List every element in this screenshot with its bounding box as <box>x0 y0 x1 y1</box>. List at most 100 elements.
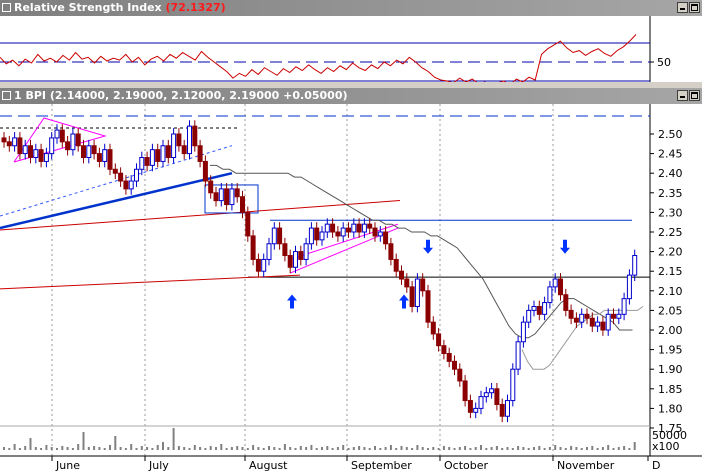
candlestick <box>213 192 219 202</box>
price-y-tick-label: 2.45 <box>658 148 683 161</box>
volume-bar <box>427 448 429 450</box>
candlestick <box>542 302 548 315</box>
candlestick <box>573 317 579 323</box>
volume-bar <box>56 448 58 450</box>
volume-bar <box>34 447 37 450</box>
volume-bar <box>522 447 525 450</box>
candlestick <box>229 188 235 206</box>
rsi-y-tick-label: 50 <box>657 56 671 69</box>
rsi-titlebar[interactable]: Relative Strength Index (72.1327) <box>0 0 702 16</box>
candlestick <box>462 380 468 402</box>
candlestick <box>547 286 553 304</box>
volume-bar <box>432 447 435 450</box>
candlestick <box>54 129 60 139</box>
volume-bar <box>379 448 382 450</box>
candlestick <box>377 231 383 237</box>
volume-bar <box>82 432 85 450</box>
price-y-tick-label: 2.30 <box>658 206 683 219</box>
candlestick <box>611 313 616 319</box>
candlestick <box>6 141 12 147</box>
candlestick <box>81 145 86 159</box>
candlestick <box>589 317 595 327</box>
volume-bar <box>543 448 546 450</box>
volume-bar <box>570 446 573 450</box>
volume-bar <box>564 448 567 450</box>
candlestick <box>616 313 622 319</box>
candlestick <box>314 227 320 241</box>
volume-bar <box>501 448 504 450</box>
volume-bar <box>24 446 27 450</box>
volume-bar <box>177 446 180 450</box>
candlestick <box>494 388 500 405</box>
candlestick <box>86 145 92 159</box>
candlestick <box>70 133 76 151</box>
volume-bar <box>374 446 376 450</box>
volume-bar <box>607 445 610 450</box>
window-icon <box>2 91 11 100</box>
candlestick <box>197 145 203 162</box>
candlestick <box>399 270 404 280</box>
candlestick <box>452 360 457 370</box>
candlestick <box>208 180 214 194</box>
candlestick <box>160 145 166 162</box>
price-y-tick-label: 2.40 <box>658 167 683 180</box>
candlestick <box>473 407 479 413</box>
price-minimize-button[interactable] <box>677 90 688 101</box>
candlestick <box>335 231 341 237</box>
candlestick <box>298 251 304 260</box>
volume-bar <box>538 446 541 450</box>
x-tick-label: September <box>351 459 412 472</box>
rsi-minimize-button[interactable] <box>677 2 688 13</box>
volume-bar <box>262 448 265 450</box>
volume-bar <box>18 448 21 450</box>
candlestick <box>367 223 373 229</box>
candlestick <box>282 243 288 257</box>
volume-bar <box>61 446 64 450</box>
volume-bar <box>220 444 223 450</box>
price-y-tick-label: 1.90 <box>658 363 683 376</box>
price-titlebar[interactable]: 1 BPI (2.14000, 2.19000, 2.12000, 2.1900… <box>0 88 702 104</box>
volume-bar <box>236 446 239 450</box>
volume-bar <box>215 447 217 450</box>
candlestick <box>17 137 23 155</box>
rsi-panel: 50 <box>0 16 702 82</box>
x-tick-label: November <box>557 459 615 472</box>
volume-bar <box>87 447 90 450</box>
candlestick <box>245 211 251 237</box>
volume-bar <box>363 447 366 450</box>
volume-bar <box>474 447 477 450</box>
volume-bar <box>246 448 249 450</box>
candlestick <box>303 243 309 260</box>
price-y-tick-label: 2.05 <box>658 304 683 317</box>
volume-bar <box>389 445 392 450</box>
price-y-tick-label: 1.80 <box>658 402 683 415</box>
volume-bar <box>591 446 594 450</box>
volume-bar <box>183 447 186 450</box>
volume-bar <box>448 447 451 450</box>
volume-bar <box>8 448 11 450</box>
candlestick <box>626 274 632 300</box>
price-y-tick-label: 2.20 <box>658 246 683 259</box>
price-maximize-button[interactable] <box>689 90 700 101</box>
volume-bar <box>601 447 604 450</box>
candlestick <box>388 243 394 260</box>
candlestick <box>356 223 362 233</box>
volume-bar <box>315 448 318 450</box>
rsi-maximize-button[interactable] <box>689 2 700 13</box>
volume-bar <box>109 445 111 450</box>
candlestick <box>414 278 420 307</box>
candlestick <box>218 188 224 202</box>
price-panel: 2.50 2.45 2.40 2.35 2.30 2.25 2.20 2.15 2.10 2.05… <box>0 104 702 472</box>
candlestick <box>118 172 124 182</box>
volume-bar <box>209 446 212 450</box>
candlestick <box>489 388 495 394</box>
candlestick <box>12 137 18 147</box>
candlestick <box>49 137 55 155</box>
candlestick <box>65 141 71 151</box>
candlestick <box>441 345 447 355</box>
volume-bar <box>421 447 424 450</box>
candlestick <box>250 235 256 260</box>
volume-bar <box>469 448 472 450</box>
volume-bar <box>617 447 620 450</box>
volume-bar <box>384 447 387 450</box>
